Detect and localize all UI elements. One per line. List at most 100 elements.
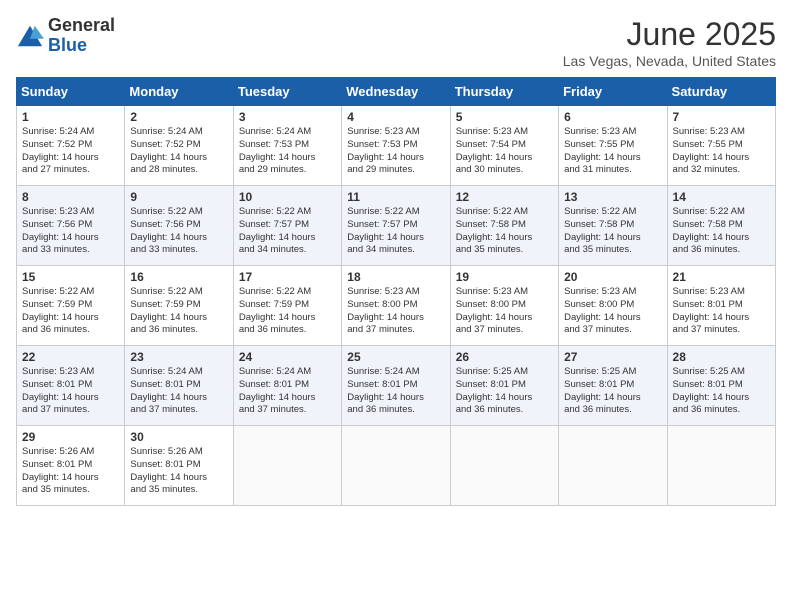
day-number: 10 bbox=[239, 190, 336, 204]
cell-info: Sunrise: 5:24 AMSunset: 7:53 PMDaylight:… bbox=[239, 126, 316, 175]
day-number: 23 bbox=[130, 350, 227, 364]
cell-info: Sunrise: 5:23 AMSunset: 7:55 PMDaylight:… bbox=[564, 126, 641, 175]
calendar-cell: 20 Sunrise: 5:23 AMSunset: 8:00 PMDaylig… bbox=[559, 266, 667, 346]
cell-info: Sunrise: 5:23 AMSunset: 8:00 PMDaylight:… bbox=[456, 286, 533, 335]
calendar-cell: 24 Sunrise: 5:24 AMSunset: 8:01 PMDaylig… bbox=[233, 346, 341, 426]
logo-blue: Blue bbox=[48, 36, 115, 56]
day-number: 8 bbox=[22, 190, 119, 204]
day-number: 3 bbox=[239, 110, 336, 124]
day-number: 24 bbox=[239, 350, 336, 364]
calendar-cell: 7 Sunrise: 5:23 AMSunset: 7:55 PMDayligh… bbox=[667, 106, 775, 186]
cell-info: Sunrise: 5:23 AMSunset: 7:55 PMDaylight:… bbox=[673, 126, 750, 175]
cell-info: Sunrise: 5:22 AMSunset: 7:58 PMDaylight:… bbox=[456, 206, 533, 255]
day-header-friday: Friday bbox=[559, 78, 667, 106]
calendar-cell: 15 Sunrise: 5:22 AMSunset: 7:59 PMDaylig… bbox=[17, 266, 125, 346]
calendar-cell bbox=[233, 426, 341, 506]
cell-info: Sunrise: 5:24 AMSunset: 8:01 PMDaylight:… bbox=[130, 366, 207, 415]
calendar-week-row: 29 Sunrise: 5:26 AMSunset: 8:01 PMDaylig… bbox=[17, 426, 776, 506]
calendar-cell: 10 Sunrise: 5:22 AMSunset: 7:57 PMDaylig… bbox=[233, 186, 341, 266]
day-number: 2 bbox=[130, 110, 227, 124]
cell-info: Sunrise: 5:22 AMSunset: 7:59 PMDaylight:… bbox=[22, 286, 99, 335]
cell-info: Sunrise: 5:23 AMSunset: 7:56 PMDaylight:… bbox=[22, 206, 99, 255]
calendar-cell: 1 Sunrise: 5:24 AMSunset: 7:52 PMDayligh… bbox=[17, 106, 125, 186]
day-number: 14 bbox=[673, 190, 770, 204]
logo: General Blue bbox=[16, 16, 115, 56]
day-number: 19 bbox=[456, 270, 553, 284]
day-number: 4 bbox=[347, 110, 444, 124]
cell-info: Sunrise: 5:22 AMSunset: 7:59 PMDaylight:… bbox=[239, 286, 316, 335]
day-number: 26 bbox=[456, 350, 553, 364]
day-number: 12 bbox=[456, 190, 553, 204]
cell-info: Sunrise: 5:25 AMSunset: 8:01 PMDaylight:… bbox=[673, 366, 750, 415]
cell-info: Sunrise: 5:22 AMSunset: 7:57 PMDaylight:… bbox=[239, 206, 316, 255]
cell-info: Sunrise: 5:24 AMSunset: 7:52 PMDaylight:… bbox=[22, 126, 99, 175]
calendar-cell: 23 Sunrise: 5:24 AMSunset: 8:01 PMDaylig… bbox=[125, 346, 233, 426]
calendar-cell: 27 Sunrise: 5:25 AMSunset: 8:01 PMDaylig… bbox=[559, 346, 667, 426]
calendar-cell: 4 Sunrise: 5:23 AMSunset: 7:53 PMDayligh… bbox=[342, 106, 450, 186]
day-number: 5 bbox=[456, 110, 553, 124]
day-number: 21 bbox=[673, 270, 770, 284]
day-number: 17 bbox=[239, 270, 336, 284]
cell-info: Sunrise: 5:22 AMSunset: 7:57 PMDaylight:… bbox=[347, 206, 424, 255]
calendar-cell: 25 Sunrise: 5:24 AMSunset: 8:01 PMDaylig… bbox=[342, 346, 450, 426]
calendar-week-row: 15 Sunrise: 5:22 AMSunset: 7:59 PMDaylig… bbox=[17, 266, 776, 346]
calendar-cell: 28 Sunrise: 5:25 AMSunset: 8:01 PMDaylig… bbox=[667, 346, 775, 426]
title-block: June 2025 Las Vegas, Nevada, United Stat… bbox=[563, 16, 776, 69]
calendar-week-row: 8 Sunrise: 5:23 AMSunset: 7:56 PMDayligh… bbox=[17, 186, 776, 266]
calendar-cell: 8 Sunrise: 5:23 AMSunset: 7:56 PMDayligh… bbox=[17, 186, 125, 266]
day-number: 1 bbox=[22, 110, 119, 124]
calendar-cell: 16 Sunrise: 5:22 AMSunset: 7:59 PMDaylig… bbox=[125, 266, 233, 346]
calendar-cell: 5 Sunrise: 5:23 AMSunset: 7:54 PMDayligh… bbox=[450, 106, 558, 186]
day-number: 20 bbox=[564, 270, 661, 284]
calendar-week-row: 22 Sunrise: 5:23 AMSunset: 8:01 PMDaylig… bbox=[17, 346, 776, 426]
day-header-monday: Monday bbox=[125, 78, 233, 106]
day-number: 27 bbox=[564, 350, 661, 364]
calendar-cell: 13 Sunrise: 5:22 AMSunset: 7:58 PMDaylig… bbox=[559, 186, 667, 266]
day-header-tuesday: Tuesday bbox=[233, 78, 341, 106]
day-number: 30 bbox=[130, 430, 227, 444]
calendar-cell: 21 Sunrise: 5:23 AMSunset: 8:01 PMDaylig… bbox=[667, 266, 775, 346]
cell-info: Sunrise: 5:23 AMSunset: 8:00 PMDaylight:… bbox=[347, 286, 424, 335]
cell-info: Sunrise: 5:26 AMSunset: 8:01 PMDaylight:… bbox=[130, 446, 207, 495]
month-title: June 2025 bbox=[563, 16, 776, 53]
calendar-week-row: 1 Sunrise: 5:24 AMSunset: 7:52 PMDayligh… bbox=[17, 106, 776, 186]
day-number: 9 bbox=[130, 190, 227, 204]
cell-info: Sunrise: 5:23 AMSunset: 7:53 PMDaylight:… bbox=[347, 126, 424, 175]
calendar-cell: 26 Sunrise: 5:25 AMSunset: 8:01 PMDaylig… bbox=[450, 346, 558, 426]
calendar-cell: 12 Sunrise: 5:22 AMSunset: 7:58 PMDaylig… bbox=[450, 186, 558, 266]
day-number: 15 bbox=[22, 270, 119, 284]
day-header-thursday: Thursday bbox=[450, 78, 558, 106]
page-header: General Blue June 2025 Las Vegas, Nevada… bbox=[16, 16, 776, 69]
calendar-cell: 30 Sunrise: 5:26 AMSunset: 8:01 PMDaylig… bbox=[125, 426, 233, 506]
calendar-cell: 6 Sunrise: 5:23 AMSunset: 7:55 PMDayligh… bbox=[559, 106, 667, 186]
cell-info: Sunrise: 5:25 AMSunset: 8:01 PMDaylight:… bbox=[456, 366, 533, 415]
calendar-cell bbox=[559, 426, 667, 506]
day-number: 18 bbox=[347, 270, 444, 284]
day-header-saturday: Saturday bbox=[667, 78, 775, 106]
cell-info: Sunrise: 5:22 AMSunset: 7:58 PMDaylight:… bbox=[564, 206, 641, 255]
cell-info: Sunrise: 5:24 AMSunset: 7:52 PMDaylight:… bbox=[130, 126, 207, 175]
logo-text: General Blue bbox=[48, 16, 115, 56]
logo-general: General bbox=[48, 16, 115, 36]
location: Las Vegas, Nevada, United States bbox=[563, 53, 776, 69]
day-number: 16 bbox=[130, 270, 227, 284]
calendar-cell: 3 Sunrise: 5:24 AMSunset: 7:53 PMDayligh… bbox=[233, 106, 341, 186]
calendar-cell bbox=[342, 426, 450, 506]
calendar-cell: 19 Sunrise: 5:23 AMSunset: 8:00 PMDaylig… bbox=[450, 266, 558, 346]
cell-info: Sunrise: 5:22 AMSunset: 7:58 PMDaylight:… bbox=[673, 206, 750, 255]
calendar-cell bbox=[450, 426, 558, 506]
cell-info: Sunrise: 5:23 AMSunset: 8:01 PMDaylight:… bbox=[22, 366, 99, 415]
calendar-cell: 22 Sunrise: 5:23 AMSunset: 8:01 PMDaylig… bbox=[17, 346, 125, 426]
calendar-cell: 2 Sunrise: 5:24 AMSunset: 7:52 PMDayligh… bbox=[125, 106, 233, 186]
day-number: 13 bbox=[564, 190, 661, 204]
calendar-cell: 11 Sunrise: 5:22 AMSunset: 7:57 PMDaylig… bbox=[342, 186, 450, 266]
calendar-cell: 14 Sunrise: 5:22 AMSunset: 7:58 PMDaylig… bbox=[667, 186, 775, 266]
day-number: 29 bbox=[22, 430, 119, 444]
logo-icon bbox=[16, 22, 44, 50]
day-header-sunday: Sunday bbox=[17, 78, 125, 106]
cell-info: Sunrise: 5:24 AMSunset: 8:01 PMDaylight:… bbox=[347, 366, 424, 415]
cell-info: Sunrise: 5:23 AMSunset: 8:00 PMDaylight:… bbox=[564, 286, 641, 335]
day-number: 7 bbox=[673, 110, 770, 124]
cell-info: Sunrise: 5:25 AMSunset: 8:01 PMDaylight:… bbox=[564, 366, 641, 415]
cell-info: Sunrise: 5:24 AMSunset: 8:01 PMDaylight:… bbox=[239, 366, 316, 415]
